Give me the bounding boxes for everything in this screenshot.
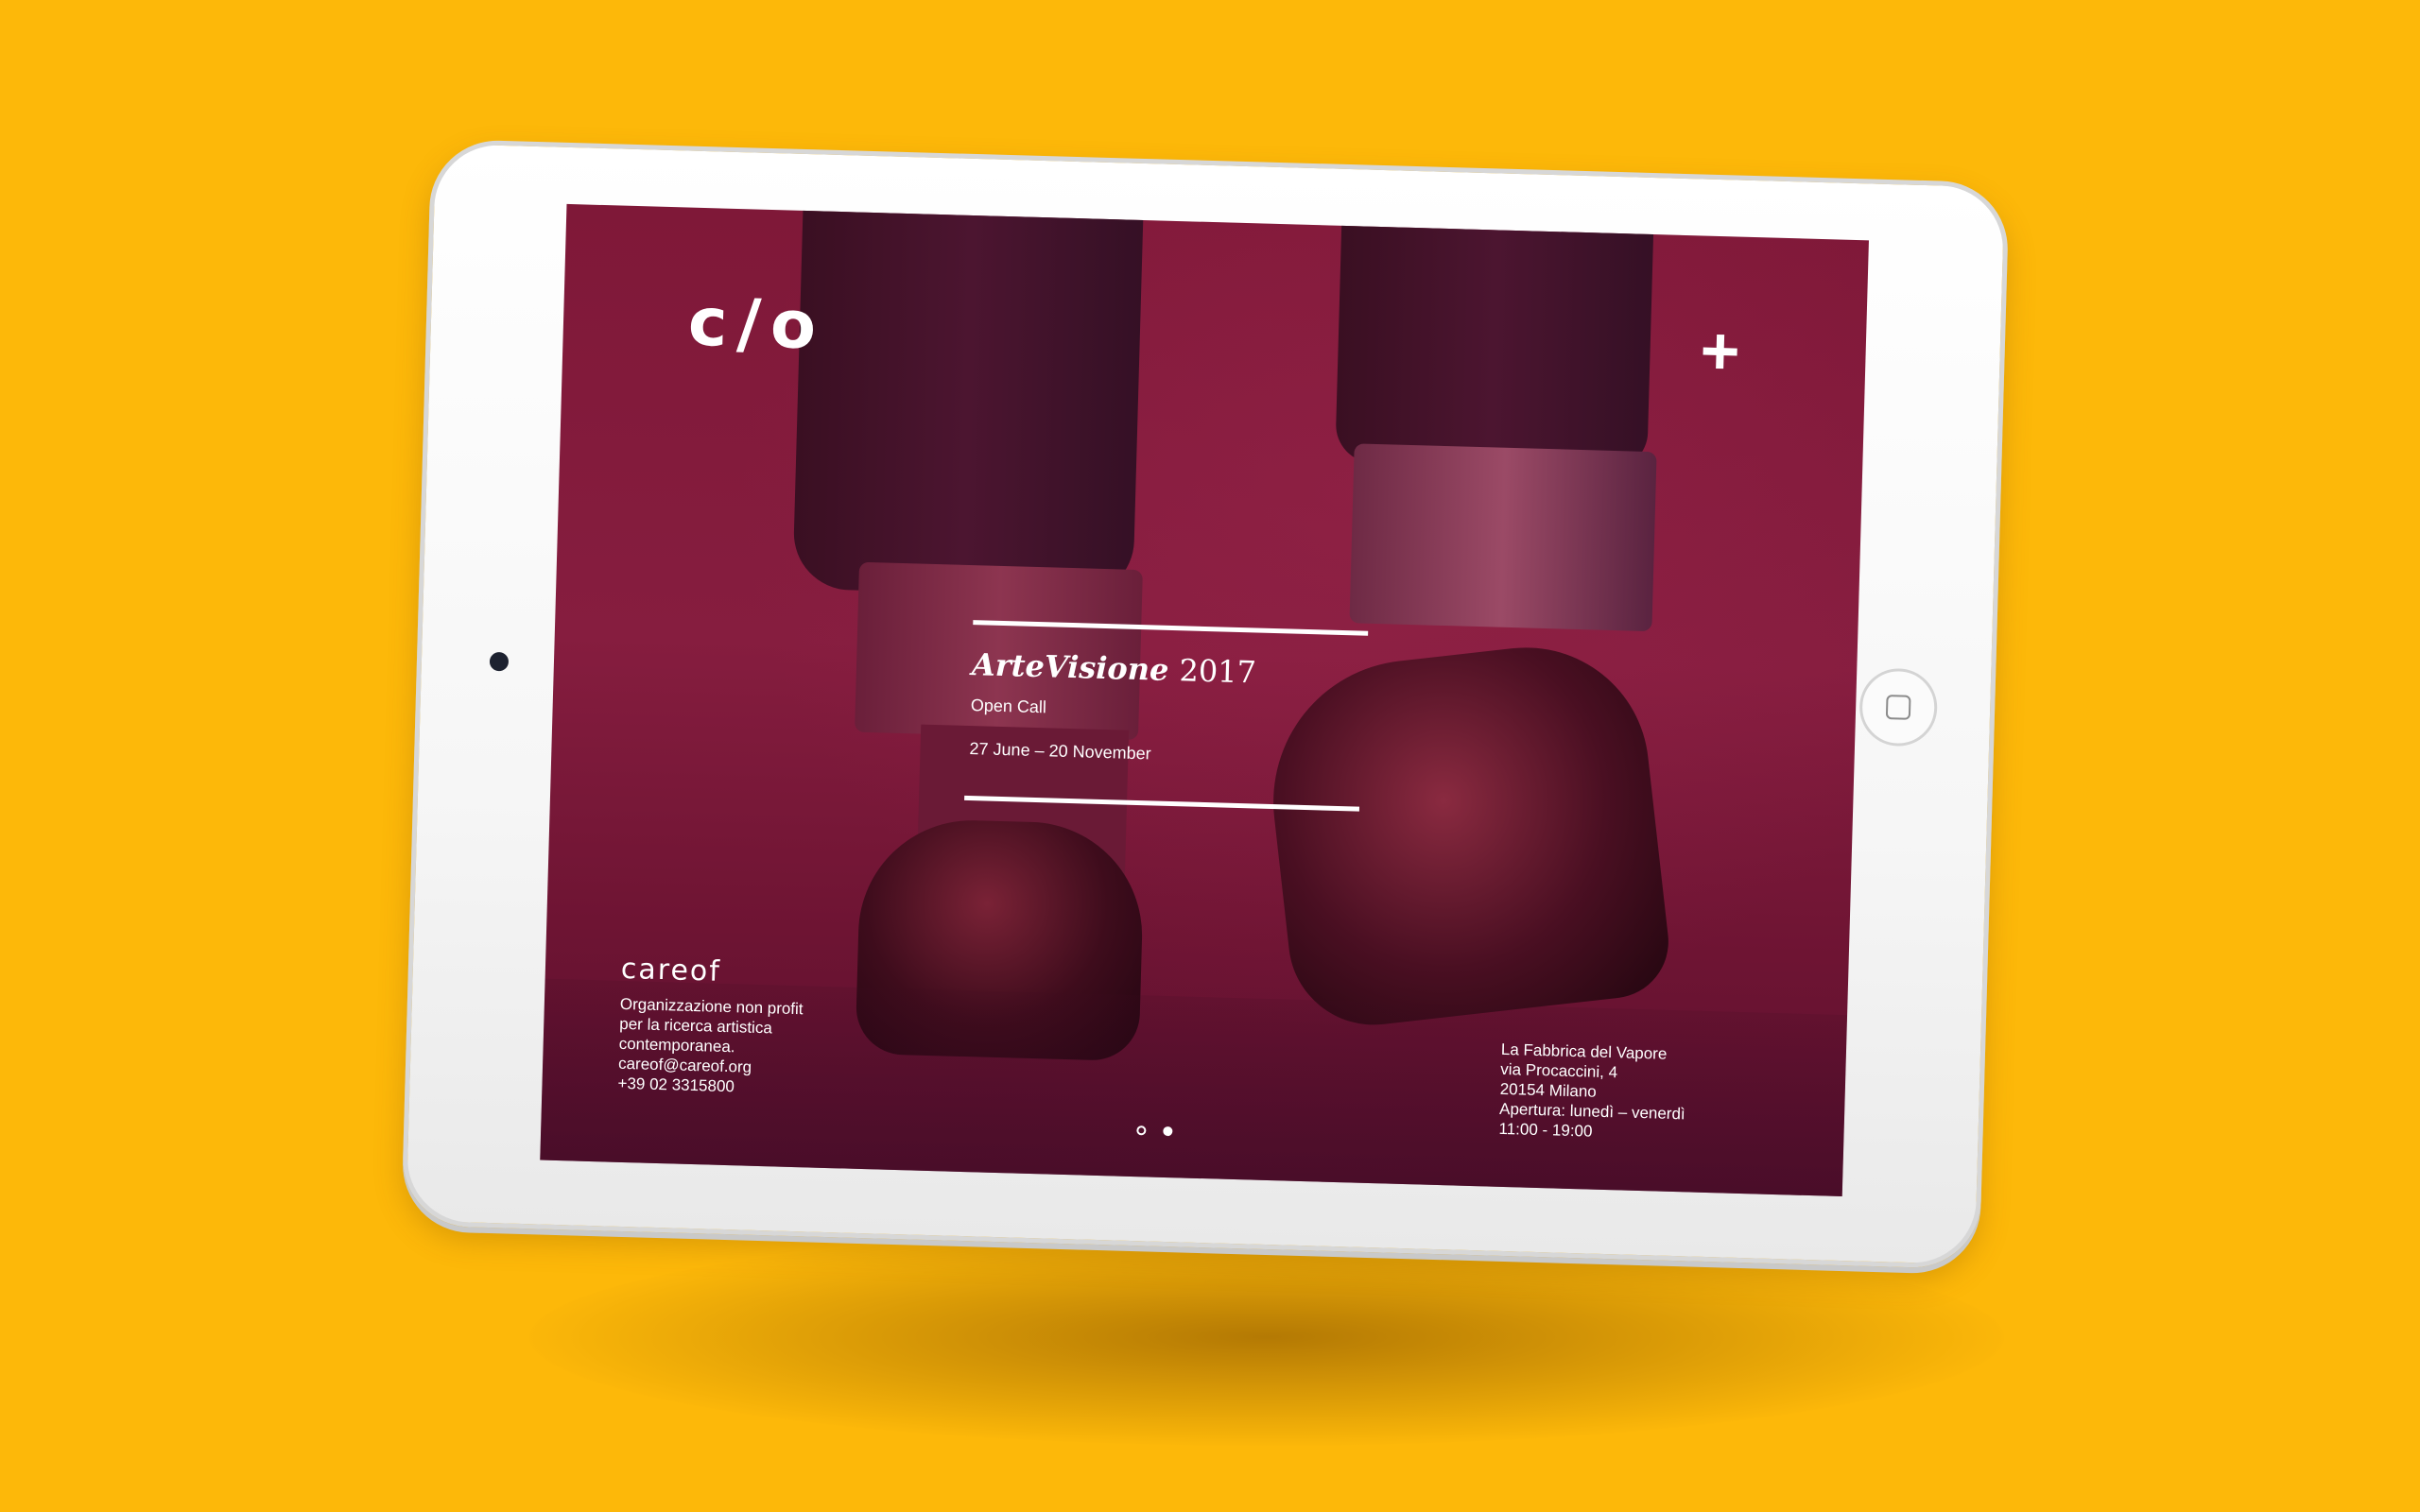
event-subtitle: Open Call [970, 696, 1047, 717]
hero-photo-cuff [1349, 443, 1657, 632]
organization-info: Organizzazione non profit per la ricerca… [617, 994, 819, 1099]
hero-photo-leg [1335, 206, 1654, 471]
home-button[interactable] [1858, 667, 1939, 747]
camera-icon [489, 651, 510, 672]
tablet-device: c/o ArteVisione 2017 Open Call 27 June –… [401, 138, 2010, 1270]
hero-photo-shoe [1258, 634, 1675, 1034]
venue-info: La Fabbrica del Vapore via Procaccini, 4… [1498, 1040, 1700, 1144]
hero-photo-leg [792, 203, 1144, 598]
organization-description: per la ricerca artistica contemporanea. [618, 1014, 773, 1057]
brand-name: careof [620, 952, 722, 988]
pager-dot-active[interactable] [1163, 1125, 1173, 1137]
plus-icon[interactable] [1703, 335, 1737, 369]
pager-dot[interactable] [1136, 1125, 1147, 1136]
home-square-icon [1885, 695, 1911, 720]
website-screen: c/o ArteVisione 2017 Open Call 27 June –… [540, 203, 1869, 1197]
slide-pager [1136, 1125, 1173, 1137]
site-logo[interactable]: c/o [687, 284, 826, 365]
event-title-name: ArteVisione [971, 646, 1169, 688]
event-year: 2017 [1178, 652, 1257, 691]
